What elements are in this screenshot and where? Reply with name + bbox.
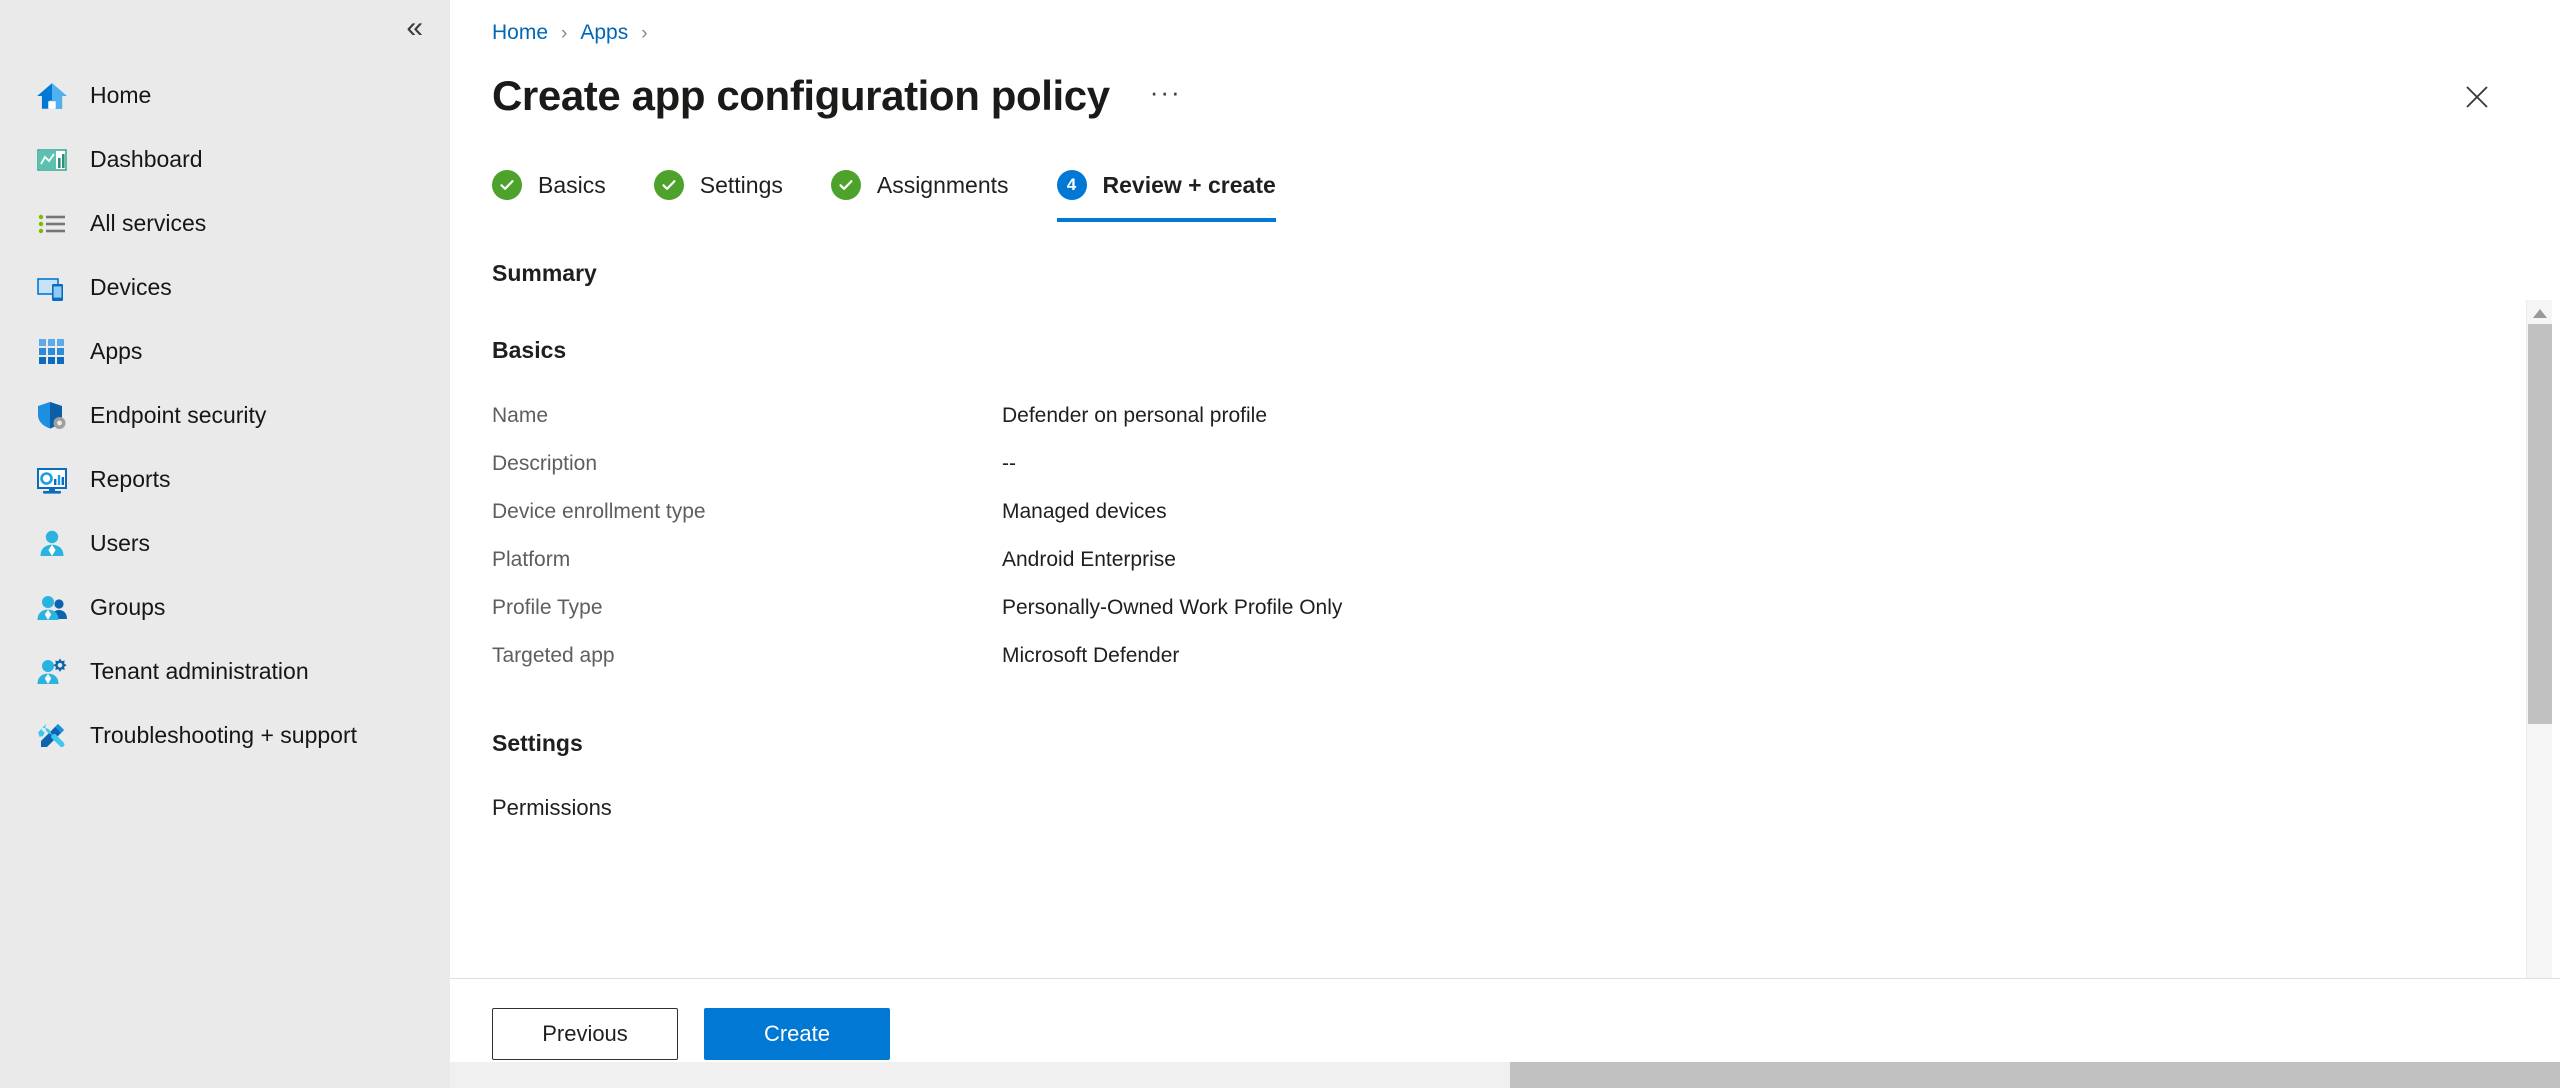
step-complete-check-icon <box>830 170 861 201</box>
breadcrumb-item-apps[interactable]: Apps <box>580 21 628 45</box>
tab-assignments[interactable]: Assignments <box>830 160 1013 222</box>
tab-settings[interactable]: Settings <box>653 160 787 222</box>
sidebar-item-troubleshooting-support[interactable]: Troubleshooting + support <box>0 704 450 768</box>
sidebar-item-label: Home <box>90 82 152 109</box>
step-number-badge: 4 <box>1056 170 1087 201</box>
sidebar-item-dashboard[interactable]: Dashboard <box>0 128 450 192</box>
row-value: Android Enterprise <box>1002 548 1176 572</box>
wrench-screwdriver-icon <box>32 716 72 756</box>
sidebar-item-devices[interactable]: Devices <box>0 256 450 320</box>
table-row: Name Defender on personal profile <box>492 392 2500 440</box>
permissions-label: Permissions <box>492 795 612 821</box>
breadcrumb-separator-icon: › <box>641 22 648 44</box>
close-icon <box>2466 86 2488 108</box>
sidebar-item-label: All services <box>90 210 207 237</box>
horizontal-scrollbar[interactable] <box>450 1062 2560 1088</box>
tab-label: Assignments <box>876 171 1009 198</box>
row-value: Personally-Owned Work Profile Only <box>1002 596 1343 620</box>
intune-portal-window: « Home Dashboard All services Devices Ap… <box>0 0 2560 1088</box>
apps-grid-icon <box>32 332 72 372</box>
sidebar-item-label: Groups <box>90 594 166 621</box>
sidebar-item-tenant-administration[interactable]: Tenant administration <box>0 640 450 704</box>
sidebar-collapse-button[interactable]: « <box>0 0 450 56</box>
tab-label: Settings <box>699 171 783 198</box>
row-value: -- <box>1002 452 1016 476</box>
table-row: Description -- <box>492 440 2500 488</box>
sidebar-item-reports[interactable]: Reports <box>0 448 450 512</box>
row-key: Profile Type <box>492 596 603 620</box>
row-key: Description <box>492 452 598 476</box>
row-key: Targeted app <box>492 644 615 668</box>
sidebar-nav-list: Home Dashboard All services Devices Apps… <box>0 56 450 768</box>
sidebar-item-label: Users <box>90 530 151 557</box>
breadcrumb: Home › Apps › <box>492 18 2560 48</box>
home-icon <box>32 76 72 116</box>
settings-heading: Settings <box>492 730 583 757</box>
scroll-up-arrow-icon[interactable] <box>2527 300 2552 326</box>
all-services-icon <box>32 204 72 244</box>
more-options-ellipsis-icon[interactable]: ··· <box>1146 73 1186 119</box>
horizontal-scrollbar-thumb[interactable] <box>1510 1062 2560 1088</box>
user-icon <box>32 524 72 564</box>
summary-heading: Summary <box>492 260 597 287</box>
create-app-configuration-policy-blade: Home › Apps › Create app configuration p… <box>450 0 2560 1088</box>
wizard-step-tabs: Basics Settings Assignments 4 Review + c… <box>492 160 2500 223</box>
create-button[interactable]: Create <box>704 1007 890 1060</box>
table-row: Platform Android Enterprise <box>492 536 2500 584</box>
user-gear-icon <box>32 652 72 692</box>
vertical-scrollbar[interactable] <box>2526 300 2552 978</box>
sidebar-item-all-services[interactable]: All services <box>0 192 450 256</box>
row-key: Device enrollment type <box>492 500 706 524</box>
sidebar-item-label: Endpoint security <box>90 402 267 429</box>
sidebar-item-users[interactable]: Users <box>0 512 450 576</box>
step-complete-check-icon <box>492 170 522 201</box>
sidebar-item-label: Troubleshooting + support <box>90 722 358 749</box>
sidebar-item-endpoint-security[interactable]: Endpoint security <box>0 384 450 448</box>
sidebar-item-label: Devices <box>90 274 172 301</box>
sidebar-item-groups[interactable]: Groups <box>0 576 450 640</box>
sidebar-item-label: Tenant administration <box>90 658 309 685</box>
shield-gear-icon <box>32 396 72 436</box>
row-value: Managed devices <box>1002 500 1167 524</box>
basics-summary-table: Name Defender on personal profile Descri… <box>492 392 2500 680</box>
step-complete-check-icon <box>653 170 684 201</box>
table-row: Targeted app Microsoft Defender <box>492 632 2500 680</box>
previous-button[interactable]: Previous <box>492 1007 678 1060</box>
vertical-scrollbar-thumb[interactable] <box>2528 324 2552 725</box>
sidebar-item-label: Dashboard <box>90 146 203 173</box>
breadcrumb-separator-icon: › <box>561 22 568 44</box>
tab-label: Basics <box>538 171 606 198</box>
row-value: Defender on personal profile <box>1002 404 1268 428</box>
close-blade-button[interactable] <box>2456 76 2498 118</box>
reports-monitor-icon <box>32 460 72 500</box>
tab-label: Review + create <box>1102 171 1276 198</box>
tab-basics[interactable]: Basics <box>492 160 610 222</box>
basics-heading: Basics <box>492 337 567 364</box>
title-row: Create app configuration policy ··· <box>492 72 2560 120</box>
table-row: Profile Type Personally-Owned Work Profi… <box>492 584 2500 632</box>
row-key: Name <box>492 404 549 428</box>
row-value: Microsoft Defender <box>1002 644 1180 668</box>
devices-icon <box>32 268 72 308</box>
table-row: Device enrollment type Managed devices <box>492 488 2500 536</box>
row-key: Platform <box>492 548 571 572</box>
dashboard-icon <box>32 140 72 180</box>
sidebar-item-label: Reports <box>90 466 171 493</box>
sidebar-item-label: Apps <box>90 338 143 365</box>
left-navigation-sidebar: « Home Dashboard All services Devices Ap… <box>0 0 450 1088</box>
page-title: Create app configuration policy <box>492 72 1110 119</box>
double-chevron-left-icon: « <box>406 11 423 44</box>
groups-icon <box>32 588 72 628</box>
tab-review-create[interactable]: 4 Review + create <box>1056 160 1280 223</box>
sidebar-item-home[interactable]: Home <box>0 64 450 128</box>
blade-header: Home › Apps › Create app configuration p… <box>450 0 2560 120</box>
sidebar-item-apps[interactable]: Apps <box>0 320 450 384</box>
breadcrumb-item-home[interactable]: Home <box>492 21 548 45</box>
blade-content: Basics Settings Assignments 4 Review + c… <box>450 120 2560 978</box>
